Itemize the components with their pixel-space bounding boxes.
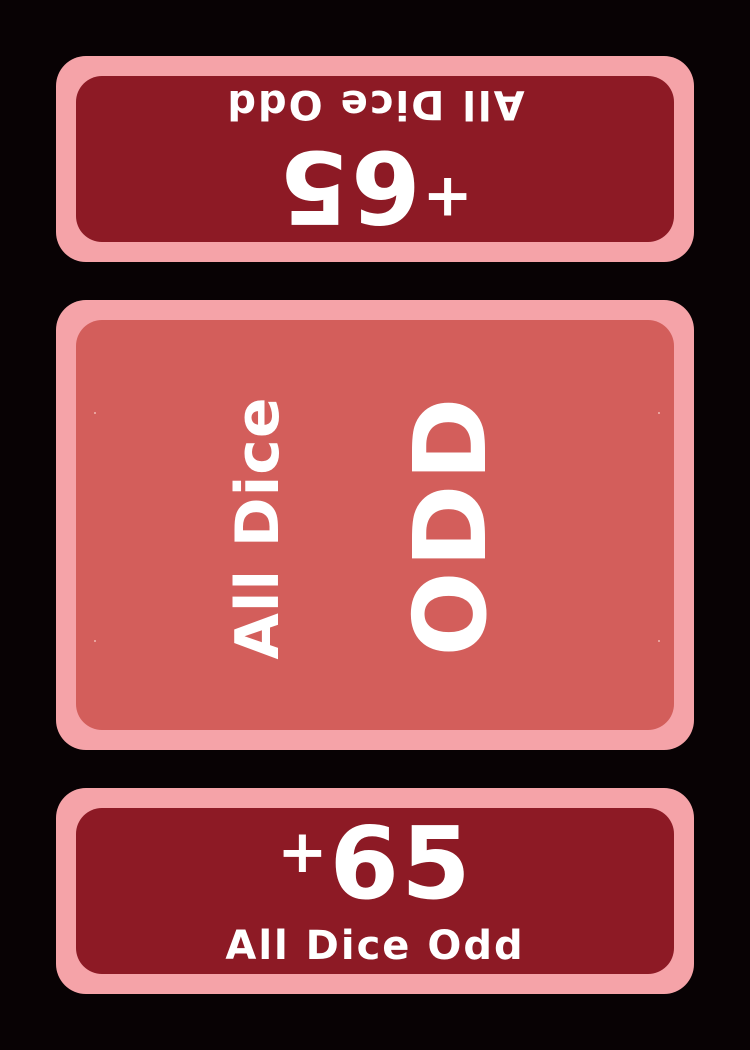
corner-mark [94,412,96,414]
bottom-score-frame: +65 All Dice Odd [56,788,694,994]
corner-mark [658,412,660,414]
top-score-panel: +65 All Dice Odd [76,76,674,242]
corner-mark [658,640,660,642]
bottom-score-value: 65 [329,808,473,922]
top-score-frame: +65 All Dice Odd [56,56,694,262]
bottom-score-plus: + [277,817,328,887]
center-title: ODD [392,393,509,657]
bottom-score-label: All Dice Odd [225,923,525,969]
center-panel: All Dice ODD [76,320,674,730]
center-subtitle: All Dice [223,396,293,660]
corner-mark [94,640,96,642]
top-score-content: +65 All Dice Odd [76,76,674,242]
center-frame: All Dice ODD [56,300,694,750]
bottom-score-panel: +65 All Dice Odd [76,808,674,974]
bottom-score-line: +65 [76,814,674,914]
bottom-score-content: +65 All Dice Odd [76,808,674,974]
top-score-value: 65 [277,128,421,242]
top-score-line: +65 [76,128,674,242]
top-score-plus: + [422,163,473,233]
top-score-label: All Dice Odd [225,81,525,127]
